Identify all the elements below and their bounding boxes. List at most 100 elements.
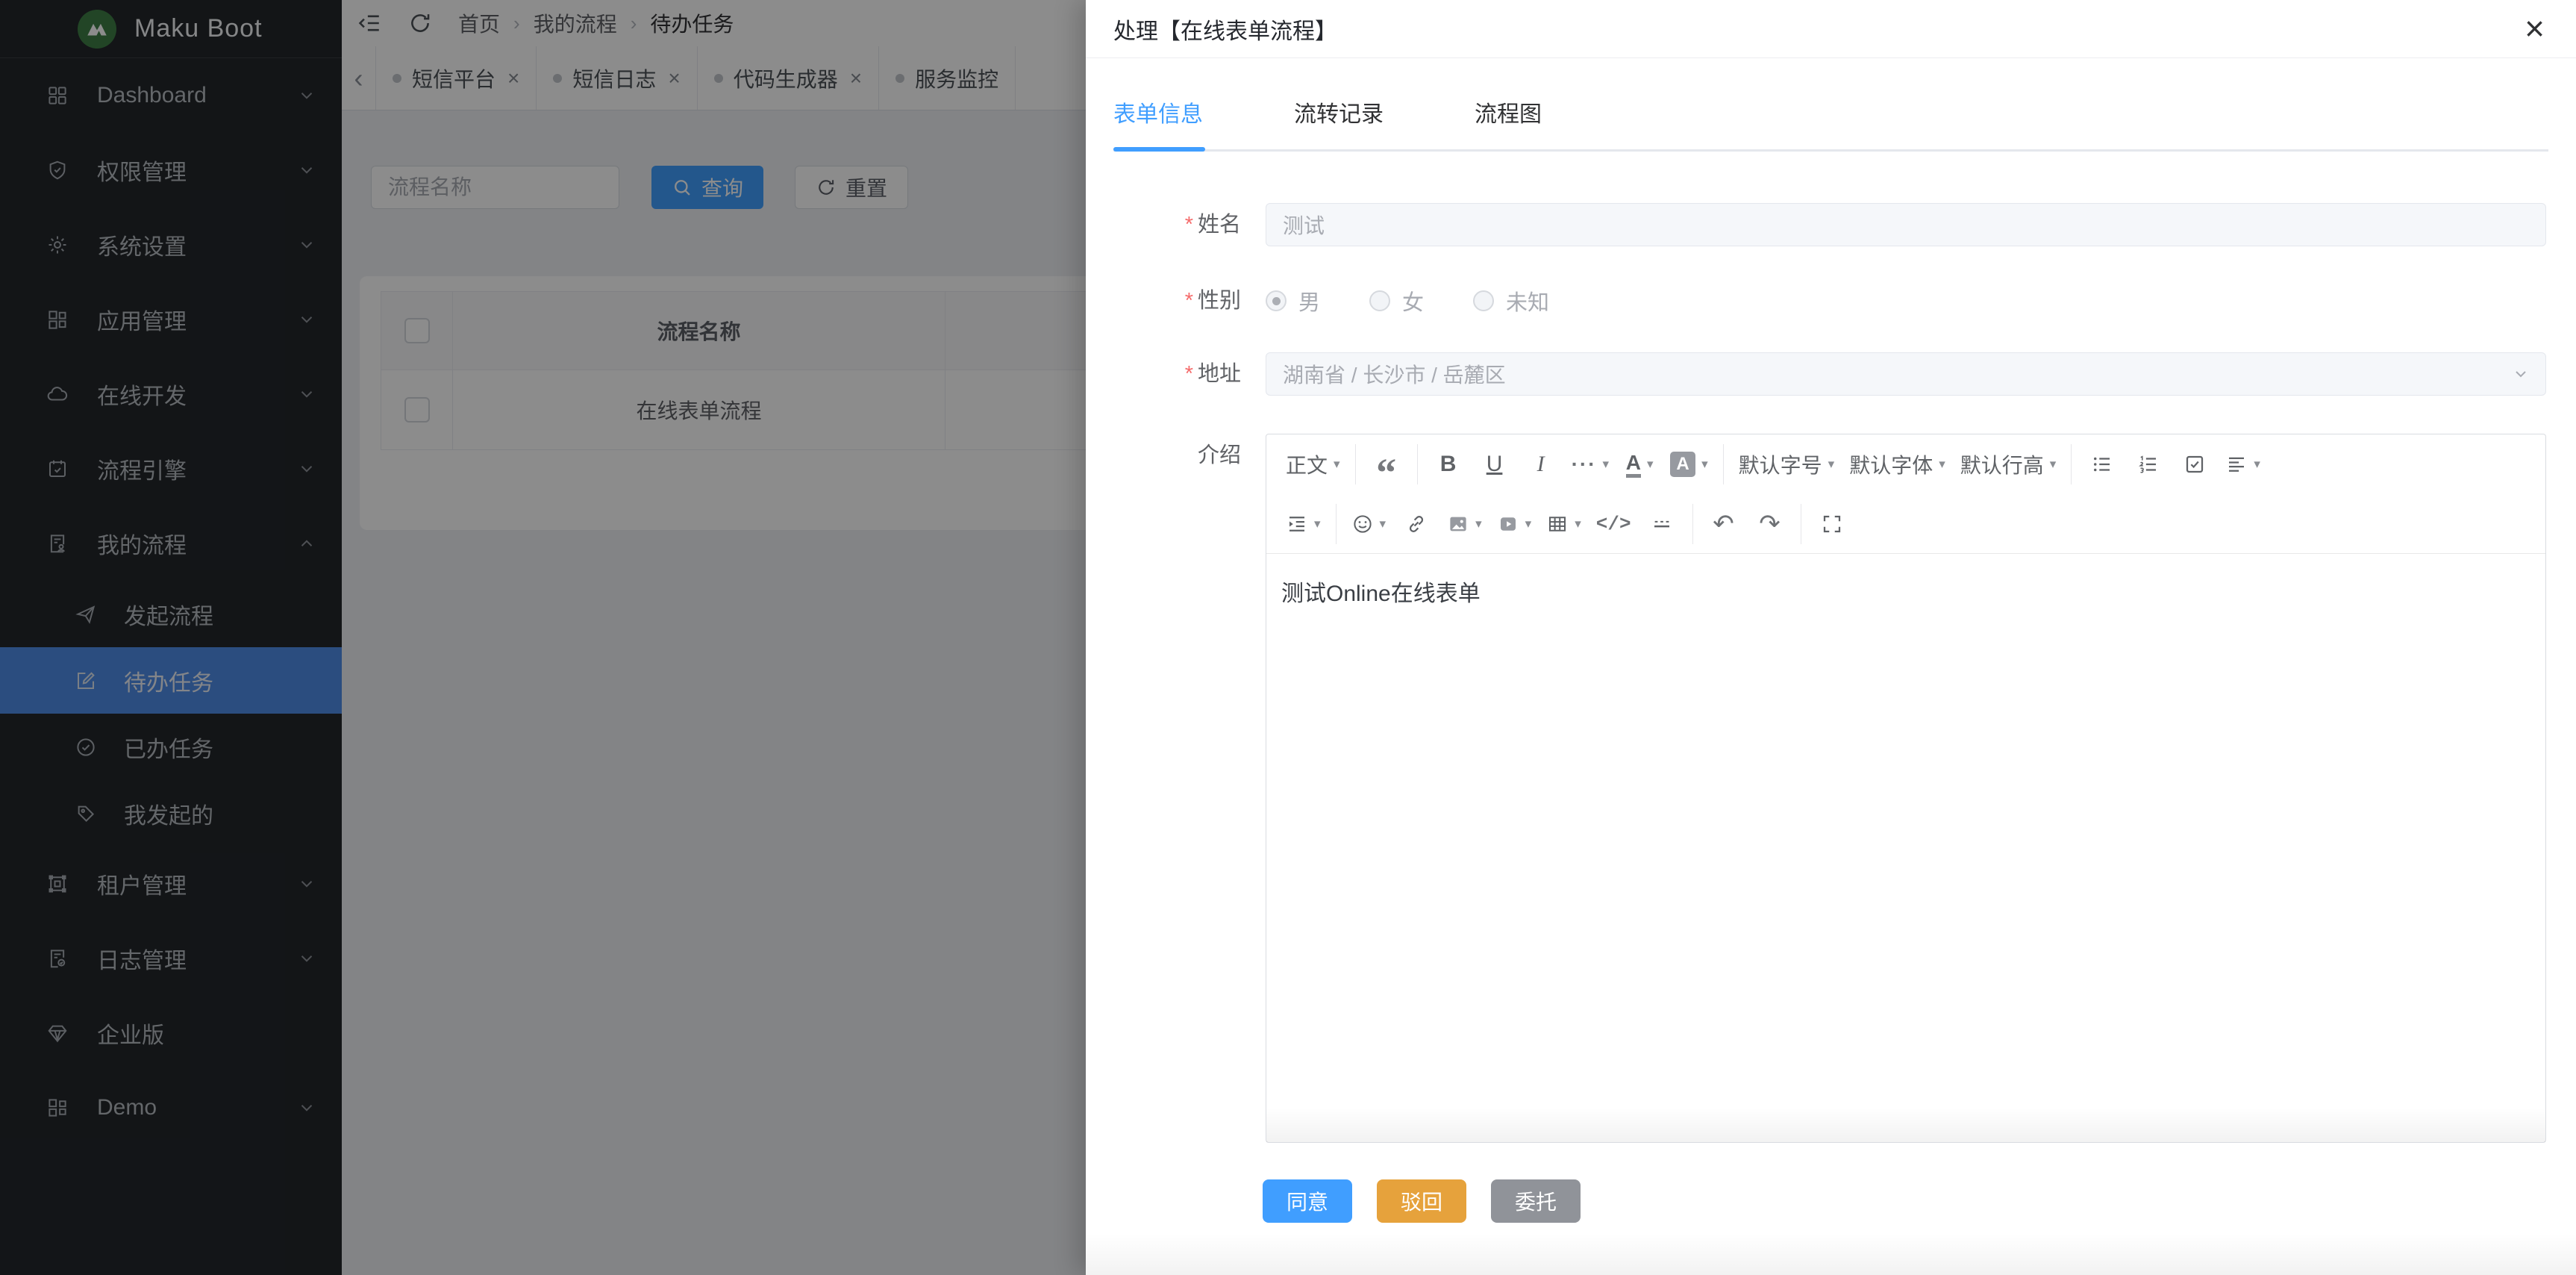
reject-button[interactable]: 驳回 (1377, 1179, 1466, 1223)
code-icon: </> (1596, 513, 1631, 535)
underline-icon: U (1486, 452, 1503, 477)
drawer-title: 处理【在线表单流程】 (1113, 13, 1337, 46)
bg-color-icon: A (1670, 452, 1695, 477)
font-color-icon: A (1626, 452, 1641, 478)
editor-toolbar-row1: 正文▾ “ B U I ···▾ A▾ A▾ 默认字号▾ 默认字体▾ 默认行高▾ (1266, 434, 2545, 494)
caret-down-icon: ▾ (1575, 517, 1581, 531)
required-asterisk: * (1185, 213, 1193, 237)
approve-button[interactable]: 同意 (1263, 1179, 1352, 1223)
radio-icon (1369, 290, 1390, 311)
bold-button[interactable]: B (1425, 443, 1472, 485)
todo-checkbox-icon (2183, 453, 2206, 476)
caret-down-icon: ▾ (2254, 457, 2260, 472)
tab-flow-diagram[interactable]: 流程图 (1475, 96, 1542, 154)
rich-text-editor: 正文▾ “ B U I ···▾ A▾ A▾ 默认字号▾ 默认字体▾ 默认行高▾ (1266, 434, 2546, 1143)
editor-toolbar-row2: ▾ ▾ ▾ ▾ ▾ </> ↶ ↷ (1266, 494, 2545, 554)
video-dropdown[interactable]: ▾ (1489, 503, 1539, 545)
drawer-tabs: 表单信息 流转记录 流程图 (1113, 96, 1633, 154)
emoji-dropdown[interactable]: ▾ (1344, 503, 1394, 545)
align-dropdown[interactable]: ▾ (2218, 443, 2268, 485)
redo-icon: ↷ (1759, 509, 1781, 539)
undo-icon: ↶ (1713, 509, 1734, 539)
required-asterisk: * (1185, 362, 1193, 386)
italic-icon: I (1537, 452, 1545, 477)
caret-down-icon: ▾ (1647, 457, 1654, 472)
tab-form-info[interactable]: 表单信息 (1113, 96, 1203, 154)
bg-color-dropdown[interactable]: A▾ (1663, 443, 1716, 485)
align-icon (2225, 453, 2248, 476)
chevron-down-icon (2512, 365, 2530, 383)
caret-down-icon: ▾ (1828, 457, 1835, 472)
toolbar-divider (1336, 504, 1337, 544)
toolbar-divider (2071, 444, 2072, 484)
more-icon: ··· (1572, 452, 1597, 476)
caret-down-icon: ▾ (1701, 457, 1708, 472)
table-dropdown[interactable]: ▾ (1539, 503, 1589, 545)
link-button[interactable] (1393, 503, 1439, 545)
indent-icon (1286, 513, 1308, 535)
tabs-divider (1113, 149, 2548, 152)
active-tab-indicator (1113, 147, 1205, 152)
fullscreen-button[interactable] (1809, 503, 1855, 545)
bullet-list-button[interactable] (2079, 443, 2125, 485)
name-field[interactable]: 测试 (1266, 203, 2546, 246)
screen: Maku Boot Dashboard 权限管理 系统设置 应用管理 (0, 0, 2576, 1275)
drawer-header: 处理【在线表单流程】 × (1086, 0, 2576, 58)
caret-down-icon: ▾ (1525, 517, 1532, 531)
modal-mask[interactable] (0, 0, 1086, 1275)
indent-dropdown[interactable]: ▾ (1278, 503, 1328, 545)
image-icon (1447, 513, 1469, 535)
caret-down-icon: ▾ (1603, 457, 1610, 472)
delegate-button[interactable]: 委托 (1491, 1179, 1581, 1223)
blockquote-button[interactable]: “ (1363, 443, 1410, 485)
video-icon (1497, 513, 1519, 535)
toolbar-divider (1417, 444, 1418, 484)
image-dropdown[interactable]: ▾ (1439, 503, 1489, 545)
editor-bottom-fade (1266, 1108, 2545, 1142)
drawer-actions: 同意 驳回 委托 (1263, 1179, 1581, 1223)
gender-label: *性别 (1086, 279, 1241, 322)
radio-icon (1266, 290, 1287, 311)
line-height-dropdown[interactable]: 默认行高▾ (1953, 443, 2064, 485)
editor-content[interactable]: 测试Online在线表单 (1266, 554, 2545, 1142)
radio-icon (1473, 290, 1494, 311)
font-size-dropdown[interactable]: 默认字号▾ (1731, 443, 1842, 485)
quote-icon: “ (1376, 445, 1396, 484)
radio-male[interactable]: 男 (1266, 285, 1320, 317)
undo-button[interactable]: ↶ (1701, 503, 1747, 545)
form-row-address: *地址 湖南省 / 长沙市 / 岳麓区 (1086, 352, 2576, 396)
horizontal-rule-icon (1651, 513, 1673, 535)
toolbar-divider (1692, 504, 1693, 544)
name-label: *姓名 (1086, 203, 1241, 246)
font-family-dropdown[interactable]: 默认字体▾ (1842, 443, 1953, 485)
close-icon[interactable]: × (2525, 6, 2545, 51)
caret-down-icon: ▾ (1475, 517, 1482, 531)
italic-button[interactable]: I (1518, 443, 1564, 485)
paragraph-style-dropdown[interactable]: 正文▾ (1278, 443, 1348, 485)
bold-icon: B (1440, 452, 1457, 477)
table-icon (1546, 513, 1569, 535)
drawer-bottom-fade (1086, 1233, 2576, 1275)
more-styles-dropdown[interactable]: ··· ▾ (1564, 443, 1617, 485)
form-row-gender: *性别 男 女 未知 (1086, 279, 2576, 322)
caret-down-icon: ▾ (1314, 517, 1321, 531)
divider-button[interactable] (1639, 503, 1685, 545)
caret-down-icon: ▾ (1939, 457, 1945, 472)
caret-down-icon: ▾ (1380, 517, 1387, 531)
toolbar-divider (1723, 444, 1724, 484)
numbered-list-button[interactable] (2125, 443, 2172, 485)
emoji-icon (1351, 513, 1374, 535)
caret-down-icon: ▾ (1334, 457, 1340, 472)
radio-female[interactable]: 女 (1369, 285, 1424, 317)
process-drawer: 处理【在线表单流程】 × 表单信息 流转记录 流程图 *姓名 测试 *性别 (1086, 0, 2576, 1275)
required-asterisk: * (1185, 289, 1193, 313)
code-block-button[interactable]: </> (1589, 503, 1639, 545)
font-color-dropdown[interactable]: A▾ (1616, 443, 1663, 485)
address-select[interactable]: 湖南省 / 长沙市 / 岳麓区 (1266, 352, 2546, 396)
tab-flow-records[interactable]: 流转记录 (1294, 96, 1384, 154)
toolbar-divider (1355, 444, 1356, 484)
todo-list-button[interactable] (2172, 443, 2218, 485)
radio-unknown[interactable]: 未知 (1473, 285, 1549, 317)
underline-button[interactable]: U (1472, 443, 1518, 485)
redo-button[interactable]: ↷ (1747, 503, 1793, 545)
